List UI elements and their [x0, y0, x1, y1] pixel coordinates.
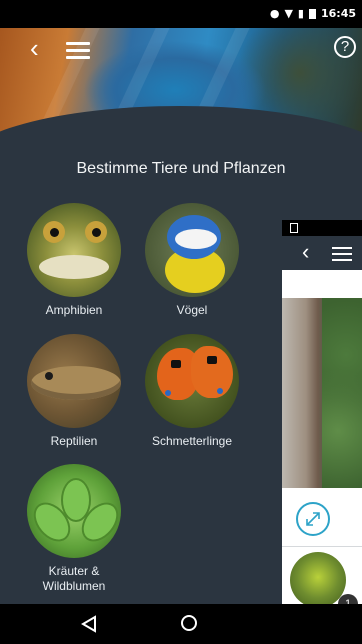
category-label: Reptilien [50, 434, 98, 448]
schmetterlinge-image [145, 334, 239, 428]
status-time: 16:45 [320, 7, 356, 20]
expand-icon [306, 512, 320, 526]
category-schmetterlinge[interactable]: Schmetterlinge [137, 334, 247, 449]
category-reptilien[interactable]: Reptilien [19, 334, 129, 449]
category-amphibien[interactable]: Amphibien [19, 203, 129, 318]
menu-icon-line [332, 253, 352, 255]
leaf-background [322, 298, 362, 488]
wifi-icon: ▼ [284, 7, 293, 20]
second-back-button[interactable]: ‹ [302, 240, 309, 264]
frog-eye [85, 221, 107, 243]
notification-icon [290, 223, 298, 233]
menu-button[interactable] [66, 42, 90, 60]
divider [282, 546, 362, 547]
amphibien-image [27, 203, 121, 297]
page-title: Bestimme Tiere und Pflanzen [76, 160, 286, 177]
help-icon: ? [340, 38, 350, 55]
frog-eye [43, 221, 65, 243]
location-icon: ● [269, 7, 280, 20]
category-label: Schmetterlinge [151, 434, 233, 448]
category-label-line: Kräuter & [48, 564, 100, 578]
menu-icon-line [66, 49, 90, 52]
second-status-bar [282, 220, 362, 236]
expand-button[interactable] [296, 502, 330, 536]
menu-icon-line [66, 56, 90, 59]
second-menu-button[interactable] [332, 247, 352, 265]
voegel-image [145, 203, 239, 297]
status-icons: ● ▼ ▮ 16:45 [270, 7, 356, 20]
back-icon: ‹ [30, 33, 39, 63]
android-nav-bar [0, 604, 362, 644]
category-kraeuter-wildblumen[interactable]: Kräuter & Wildblumen [19, 464, 129, 594]
menu-icon-line [66, 42, 90, 45]
species-photo [282, 298, 362, 488]
wing-spot [207, 356, 217, 364]
second-screen-preview: ‹ 1 [282, 220, 362, 604]
category-label: Vögel [176, 303, 208, 317]
butterfly-wing [191, 346, 233, 398]
status-bar: ● ▼ ▮ 16:45 [0, 0, 362, 28]
battery-icon [308, 8, 316, 19]
signal-icon: ▮ [297, 7, 304, 20]
wing-spot [171, 360, 181, 368]
nav-back-button[interactable] [80, 614, 100, 634]
hero-image [0, 28, 362, 138]
help-button[interactable]: ? [334, 36, 356, 58]
triangle-back-icon [81, 615, 96, 633]
category-label-line: Wildblumen [42, 579, 106, 593]
lizard-eye [45, 372, 53, 380]
kraeuter-image [27, 464, 121, 558]
count-badge: 1 [338, 594, 358, 604]
bird-cheek [175, 229, 217, 249]
category-label: Amphibien [45, 303, 103, 317]
wing-blue-spot [217, 388, 223, 394]
wing-blue-spot [165, 390, 171, 396]
species-thumbnail[interactable] [290, 552, 346, 604]
category-voegel[interactable]: Vögel [137, 203, 247, 318]
frog-mouth [39, 255, 109, 279]
category-label: Kräuter & Wildblumen [19, 564, 129, 594]
reptilien-image [27, 334, 121, 428]
back-button[interactable]: ‹ [30, 35, 52, 61]
nav-home-button[interactable] [181, 615, 197, 631]
second-header: ‹ [282, 236, 362, 270]
menu-icon-line [332, 247, 352, 249]
lizard-body [31, 366, 121, 400]
menu-icon-line [332, 259, 352, 261]
